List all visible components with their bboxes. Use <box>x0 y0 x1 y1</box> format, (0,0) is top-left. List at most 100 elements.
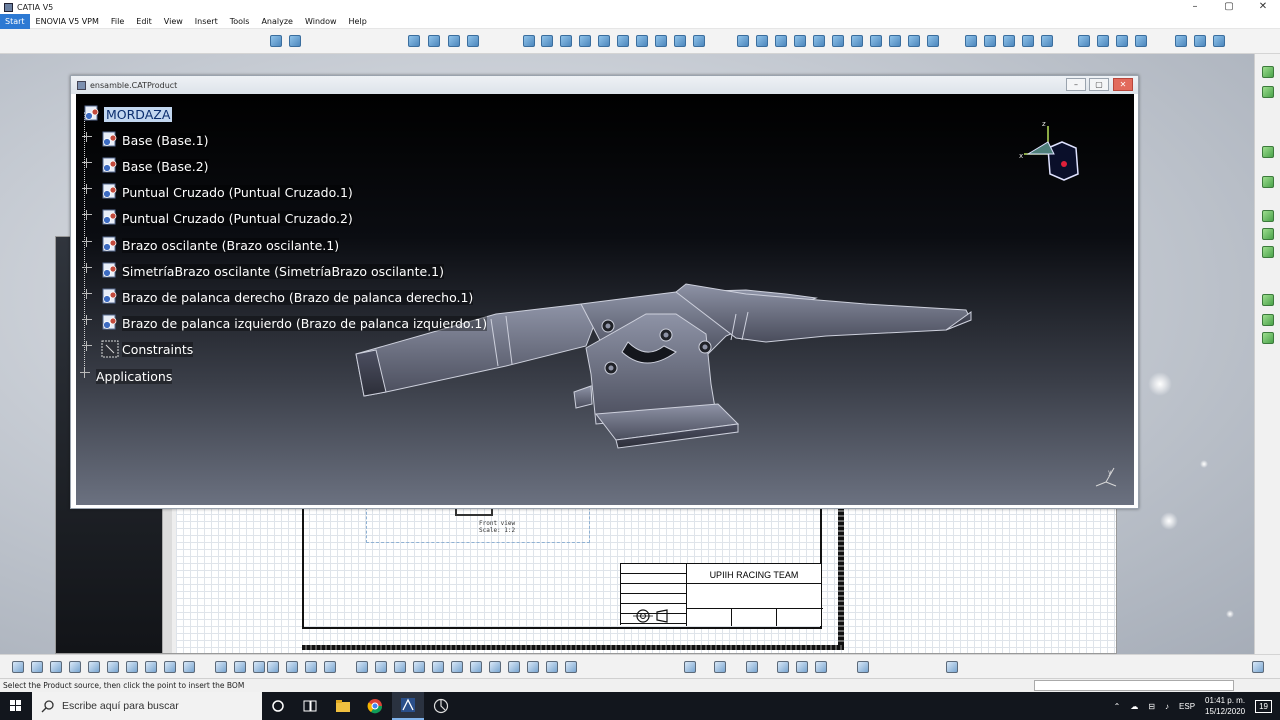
menu-help[interactable]: Help <box>343 14 373 29</box>
tree-node-part[interactable]: Puntual Cruzado (Puntual Cruzado.2) <box>82 208 353 228</box>
toolbar-tool-icon[interactable] <box>1194 35 1206 47</box>
app-taskbar-icon[interactable] <box>425 692 457 720</box>
tree-node-part[interactable]: Brazo de palanca derecho (Brazo de palan… <box>82 287 474 307</box>
toolbar-tool-icon[interactable] <box>1262 294 1274 306</box>
toolbar-tool-icon[interactable] <box>756 35 768 47</box>
normal-view-icon[interactable] <box>470 661 482 673</box>
restore-button[interactable]: ▢ <box>1212 0 1246 14</box>
toolbar-tool-icon[interactable] <box>813 35 825 47</box>
formula-icon[interactable] <box>215 661 227 673</box>
toolbar-tool-icon[interactable] <box>889 35 901 47</box>
volume-icon[interactable]: ♪ <box>1165 702 1169 711</box>
toolbar-tool-icon[interactable] <box>523 35 535 47</box>
menu-enovia[interactable]: ENOVIA V5 VPM <box>30 14 105 29</box>
tree-expand-icon[interactable] <box>80 368 90 378</box>
toolbar-tool-icon[interactable] <box>1003 35 1015 47</box>
toolbar-tool-icon[interactable] <box>560 35 572 47</box>
undo-icon[interactable] <box>145 661 157 673</box>
toolbar-tool-icon[interactable] <box>467 35 479 47</box>
toolbar-tool-icon[interactable] <box>267 661 279 673</box>
fit-all-icon[interactable] <box>375 661 387 673</box>
onedrive-icon[interactable]: ☁ <box>1130 702 1138 711</box>
toolbar-tool-icon[interactable] <box>1262 146 1274 158</box>
taskbar-search[interactable]: Escribe aquí para buscar <box>32 692 262 720</box>
command-input[interactable] <box>1034 680 1234 691</box>
menu-start[interactable]: Start <box>0 13 30 29</box>
tree-expand-icon[interactable] <box>82 210 92 220</box>
tree-node-root[interactable]: MORDAZA <box>82 104 173 124</box>
new-file-icon[interactable] <box>12 661 24 673</box>
product-window-titlebar[interactable]: ensamble.CATProduct – ▢ ✕ <box>71 76 1138 94</box>
toolbar-tool-icon[interactable] <box>1116 35 1128 47</box>
close-button[interactable]: ✕ <box>1246 0 1280 14</box>
tree-node-constraints[interactable]: Constraints <box>82 339 194 359</box>
toolbar-tool-icon[interactable] <box>1175 35 1187 47</box>
clock[interactable]: 01:41 p. m. 15/12/2020 <box>1205 695 1245 717</box>
file-explorer-icon[interactable] <box>327 692 359 720</box>
redo-icon[interactable] <box>164 661 176 673</box>
tree-expand-icon[interactable] <box>82 315 92 325</box>
toolbar-tool-icon[interactable] <box>796 661 808 673</box>
toolbar-tool-icon[interactable] <box>448 35 460 47</box>
3d-viewport[interactable]: MORDAZA Base (Base.1) Base (Base.2) Punt… <box>76 94 1134 505</box>
toolbar-tool-icon[interactable] <box>1262 228 1274 240</box>
menu-insert[interactable]: Insert <box>189 14 224 29</box>
toolbar-tool-icon[interactable] <box>1078 35 1090 47</box>
swap-space-icon[interactable] <box>565 661 577 673</box>
save-icon[interactable] <box>50 661 62 673</box>
menu-view[interactable]: View <box>158 14 189 29</box>
toolbar-tool-icon[interactable] <box>324 661 336 673</box>
language-indicator[interactable]: ESP <box>1179 702 1195 711</box>
print-icon[interactable] <box>69 661 81 673</box>
toolbar-tool-icon[interactable] <box>684 661 696 673</box>
notifications-badge[interactable]: 19 <box>1255 699 1272 713</box>
tree-node-applications[interactable]: Applications <box>80 366 173 386</box>
toolbar-tool-icon[interactable] <box>1097 35 1109 47</box>
network-icon[interactable]: ⊟ <box>1148 702 1155 711</box>
toolbar-tool-icon[interactable] <box>674 35 686 47</box>
tree-node-part[interactable]: Brazo de palanca izquierdo (Brazo de pal… <box>82 313 488 333</box>
toolbar-tool-icon[interactable] <box>908 35 920 47</box>
product-minimize-button[interactable]: – <box>1066 78 1086 91</box>
toolbar-tool-icon[interactable] <box>286 661 298 673</box>
tree-node-part[interactable]: Base (Base.1) <box>82 130 209 150</box>
toolbar-tool-icon[interactable] <box>775 35 787 47</box>
product-maximize-button[interactable]: ▢ <box>1089 78 1109 91</box>
toolbar-tool-icon[interactable] <box>1262 246 1274 258</box>
iso-view-icon[interactable] <box>508 661 520 673</box>
toolbar-tool-icon[interactable] <box>636 35 648 47</box>
toolbar-tool-icon[interactable] <box>1262 210 1274 222</box>
toolbar-tool-icon[interactable] <box>1213 35 1225 47</box>
toolbar-tool-icon[interactable] <box>737 35 749 47</box>
product-close-button[interactable]: ✕ <box>1113 78 1133 91</box>
tree-node-part[interactable]: Base (Base.2) <box>82 156 209 176</box>
task-view-icon[interactable] <box>294 692 326 720</box>
zoom-in-icon[interactable] <box>432 661 444 673</box>
fly-mode-icon[interactable] <box>356 661 368 673</box>
catia-taskbar-icon[interactable] <box>392 692 424 720</box>
help-icon[interactable] <box>183 661 195 673</box>
toolbar-tool-icon[interactable] <box>305 661 317 673</box>
title-block[interactable]: UPIIH RACING TEAM <box>620 563 823 626</box>
compass-icon[interactable]: z x <box>1018 118 1088 188</box>
toolbar-tool-icon[interactable] <box>655 35 667 47</box>
zoom-out-icon[interactable] <box>451 661 463 673</box>
toolbar-tool-icon[interactable] <box>270 35 282 47</box>
tree-expand-icon[interactable] <box>82 263 92 273</box>
toolbar-tool-icon[interactable] <box>1135 35 1147 47</box>
toolbar-tool-icon[interactable] <box>857 661 869 673</box>
drawing-scrollbar[interactable] <box>162 507 172 653</box>
tree-expand-icon[interactable] <box>82 289 92 299</box>
toolbar-tool-icon[interactable] <box>1262 332 1274 344</box>
comment-icon[interactable] <box>234 661 246 673</box>
toolbar-tool-icon[interactable] <box>1262 314 1274 326</box>
cortana-icon[interactable] <box>262 692 294 720</box>
toolbar-tool-icon[interactable] <box>794 35 806 47</box>
toolbar-tool-icon[interactable] <box>1262 86 1274 98</box>
toolbar-tool-icon[interactable] <box>408 35 420 47</box>
toolbar-tool-icon[interactable] <box>579 35 591 47</box>
toolbar-tool-icon[interactable] <box>984 35 996 47</box>
toolbar-tool-icon[interactable] <box>541 35 553 47</box>
menu-analyze[interactable]: Analyze <box>255 14 299 29</box>
toolbar-tool-icon[interactable] <box>1041 35 1053 47</box>
